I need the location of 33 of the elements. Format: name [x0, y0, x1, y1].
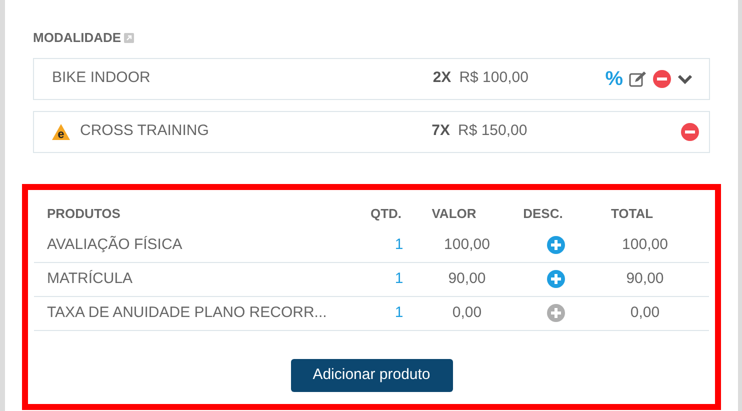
quantity: 1: [394, 268, 404, 289]
modality-name: CROSS TRAINING: [80, 121, 209, 142]
product-name: AVALIAÇÃO FÍSICA: [47, 234, 184, 255]
product-name: TAXA DE ANUIDADE PLANO RECORR...: [47, 302, 328, 323]
chevron-down-icon[interactable]: [677, 72, 693, 84]
modality-price: R$ 150,00: [458, 121, 528, 142]
remove-icon[interactable]: [681, 122, 699, 140]
modality-price: R$ 100,00: [459, 68, 530, 88]
total: 0,00: [629, 302, 661, 323]
value: 100,00: [443, 234, 491, 255]
edit-icon[interactable]: [629, 70, 647, 86]
badge-icon: e: [52, 124, 70, 140]
column-header: TOTAL: [610, 204, 654, 223]
add-discount-icon[interactable]: [547, 236, 565, 254]
column-header: QTD.: [369, 204, 403, 223]
column-header: VALOR: [430, 204, 478, 223]
add-discount-icon[interactable]: [547, 304, 565, 322]
column-header: PRODUTOS: [47, 204, 122, 223]
value: 0,00: [451, 302, 483, 323]
section-title: MODALIDADE: [33, 29, 122, 47]
column-header: DESC.: [522, 204, 564, 223]
add-discount-icon[interactable]: [547, 270, 565, 288]
modality-times: 2X: [432, 68, 452, 88]
quantity: 1: [394, 234, 404, 255]
value: 90,00: [447, 268, 487, 289]
remove-icon[interactable]: [653, 70, 671, 88]
total: 100,00: [621, 234, 669, 255]
modality-name: BIKE INDOOR: [52, 68, 150, 88]
quantity: 1: [394, 302, 404, 323]
modality-times: 7X: [432, 121, 450, 142]
total: 90,00: [625, 268, 665, 289]
add-product-button[interactable]: Adicionar produto: [290, 358, 452, 392]
product-name: MATRÍCULA: [47, 268, 134, 289]
